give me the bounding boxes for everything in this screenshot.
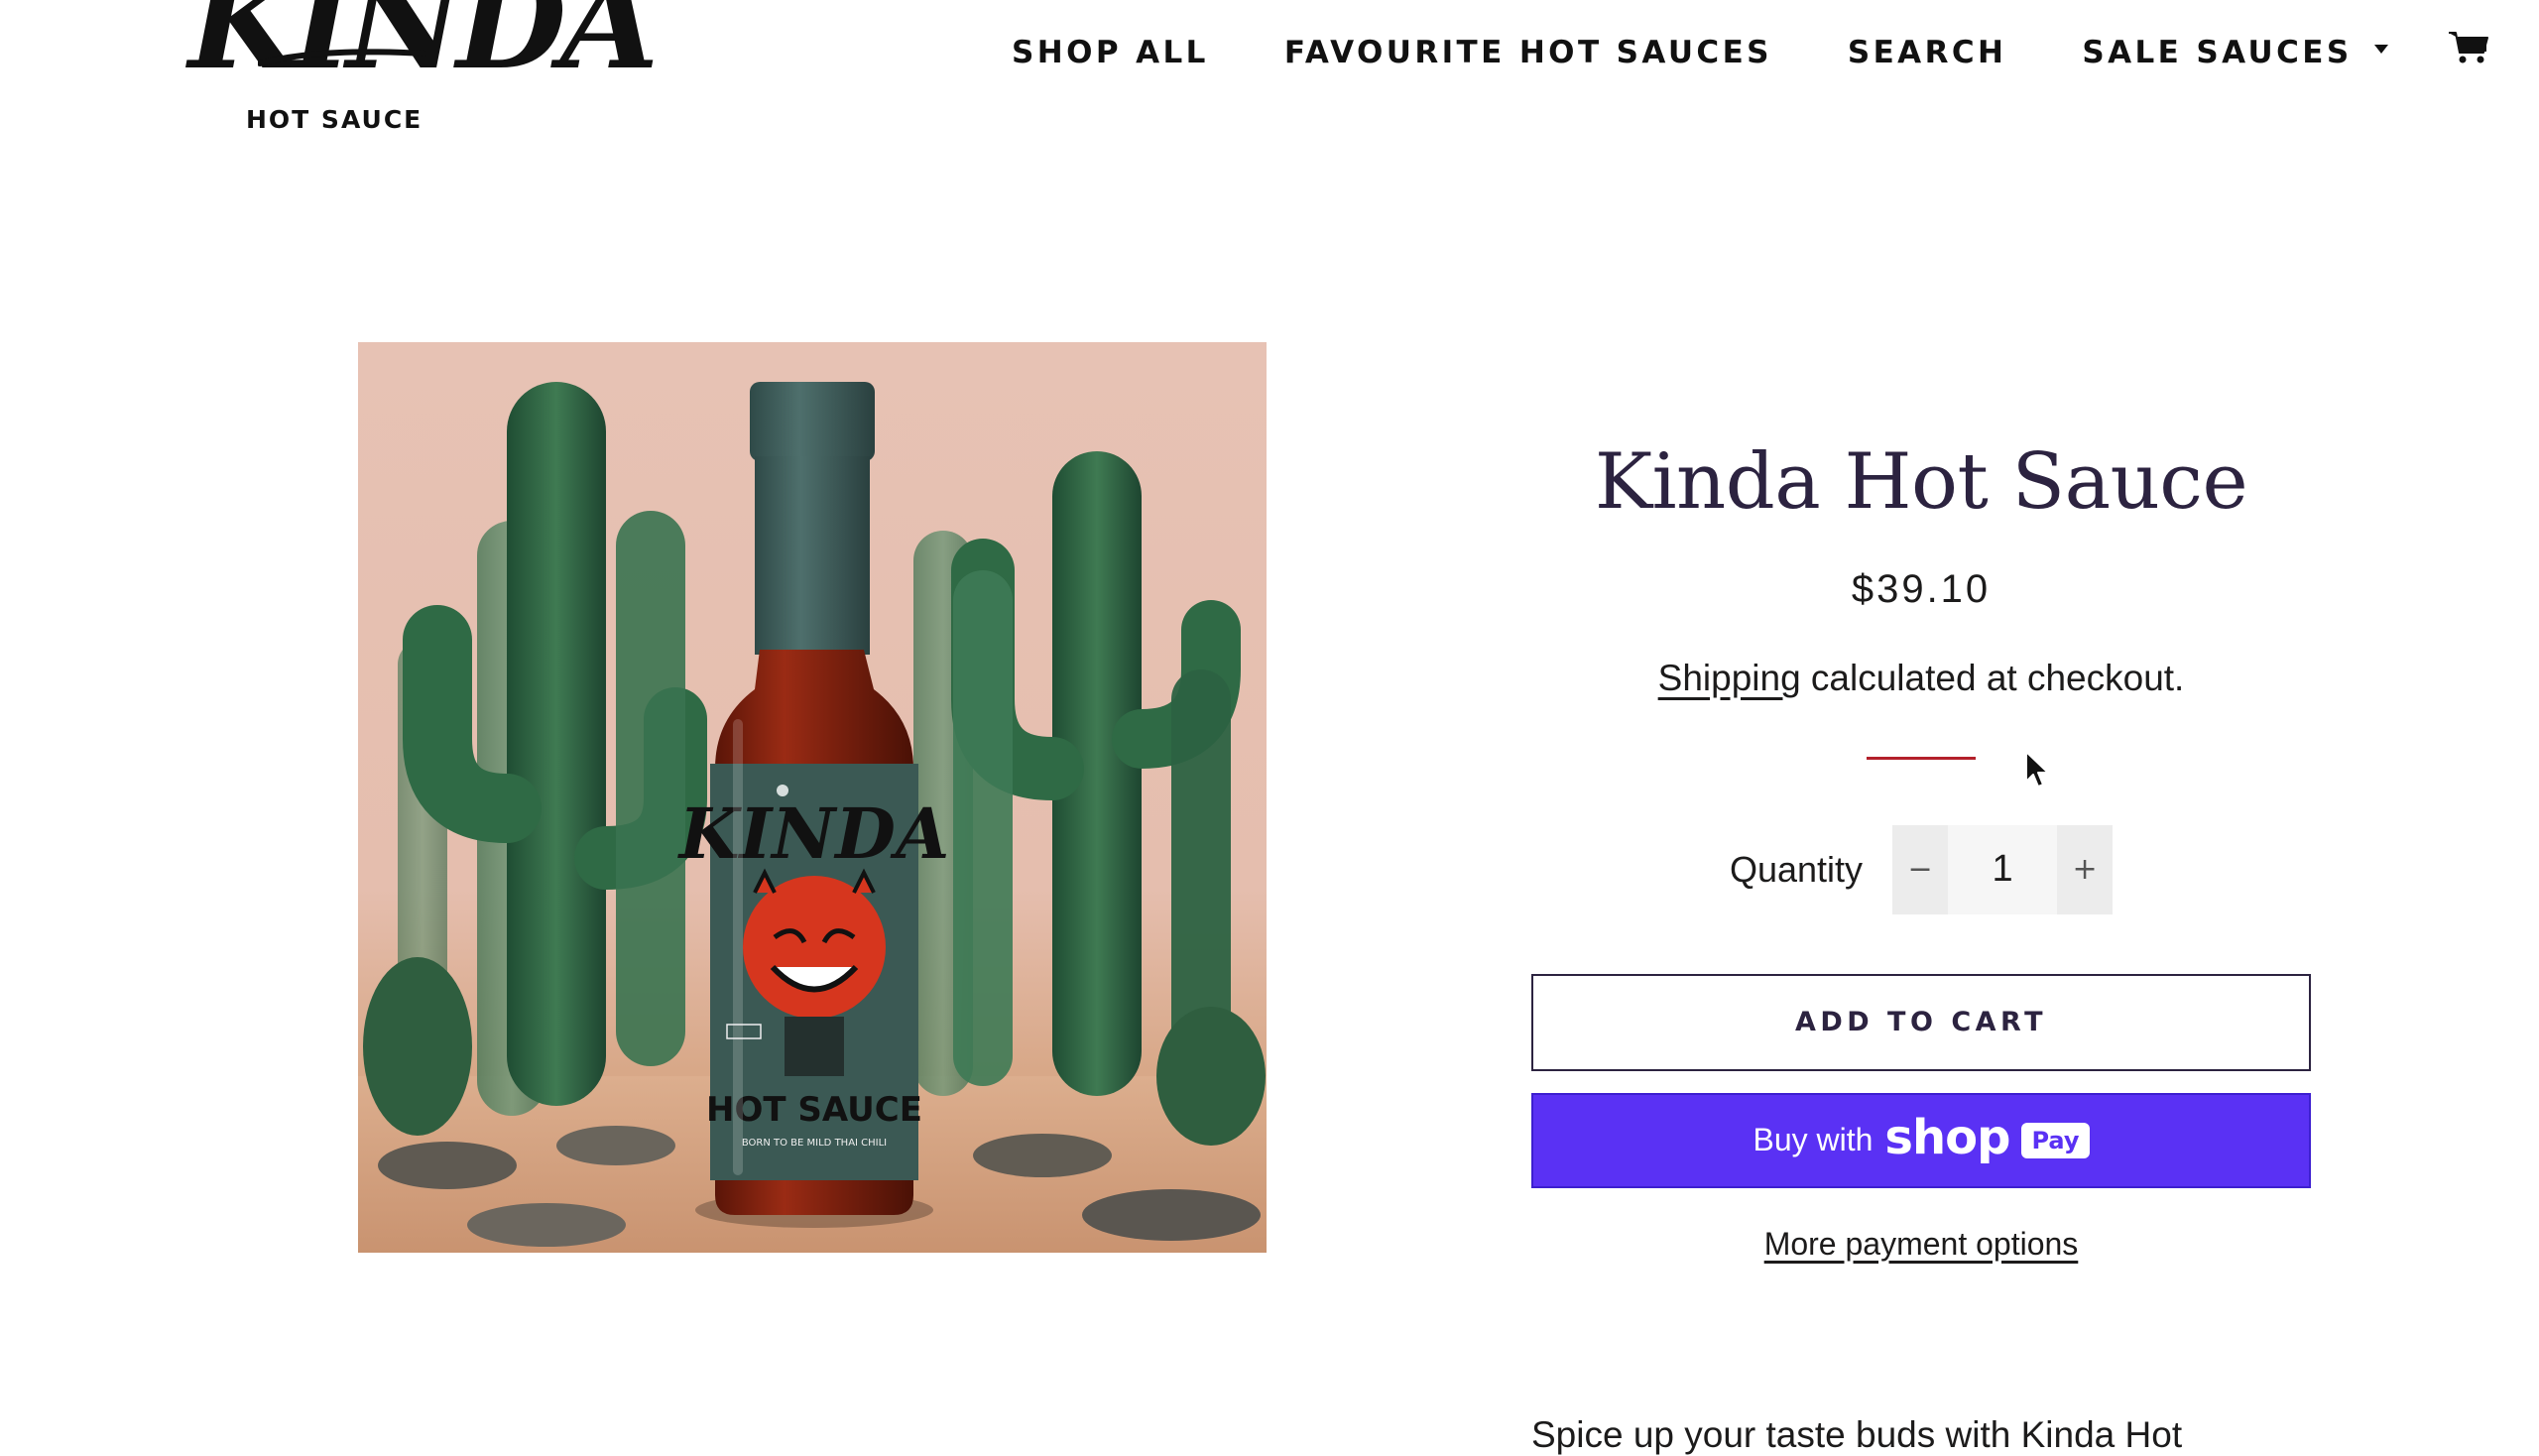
product-description: Spice up your taste buds with Kinda Hot xyxy=(1531,1414,2183,1455)
nav-sale-sauces[interactable]: SALE SAUCES xyxy=(2082,35,2388,70)
shop-pay-button[interactable]: Buy with shop Pay xyxy=(1531,1092,2311,1188)
logo-swoosh xyxy=(258,49,426,66)
logo-wordmark: KINDA xyxy=(188,0,659,98)
mouse-cursor-icon xyxy=(2025,751,2049,788)
shop-pay-prefix: Buy with xyxy=(1753,1122,1874,1158)
cart-link[interactable] xyxy=(2448,31,2489,73)
bottle-brand: KINDA xyxy=(677,792,950,875)
nav-shop-all[interactable]: SHOP ALL xyxy=(1012,35,1209,70)
shipping-link[interactable]: Shipping xyxy=(1658,658,1801,698)
product-photo-illustration: KINDA HOT SAUCE BORN TO BE MILD THAI CHI… xyxy=(358,382,1267,1253)
bottle-tagline: BORN TO BE MILD THAI CHILI xyxy=(742,1138,887,1149)
nav-search[interactable]: SEARCH xyxy=(1848,35,2006,70)
cart-icon xyxy=(2448,31,2488,62)
shipping-note-text: calculated at checkout. xyxy=(1800,657,2185,698)
divider xyxy=(1867,756,1976,760)
quantity-label: Quantity xyxy=(1729,848,1864,890)
add-to-cart-button[interactable]: ADD TO CART xyxy=(1531,973,2311,1071)
product-price: $39.10 xyxy=(1851,566,1992,611)
product-info: Kinda Hot Sauce $39.10 Shipping calculat… xyxy=(1531,436,2311,1263)
main-nav: SHOP ALL FAVOURITE HOT SAUCES SEARCH SAL… xyxy=(1012,30,2489,75)
quantity-decrease-button[interactable]: − xyxy=(1892,824,1949,914)
shop-pay-logo: shop xyxy=(1884,1109,2010,1165)
quantity-increase-button[interactable]: + xyxy=(2057,824,2114,914)
product-title: Kinda Hot Sauce xyxy=(1594,437,2248,527)
nav-favourite-hot-sauces[interactable]: FAVOURITE HOT SAUCES xyxy=(1284,35,1772,70)
shop-pay-badge: Pay xyxy=(2021,1122,2090,1158)
quantity-stepper: − + xyxy=(1892,824,2114,914)
quantity-row: Quantity − + xyxy=(1531,824,2311,914)
caret-down-icon xyxy=(2373,44,2388,54)
quantity-input[interactable] xyxy=(1948,824,2058,914)
logo-subtitle: HOT SAUCE xyxy=(246,105,423,134)
product-image[interactable]: KINDA HOT SAUCE BORN TO BE MILD THAI CHI… xyxy=(358,342,1267,1253)
shipping-note: Shipping calculated at checkout. xyxy=(1531,658,2311,699)
more-payment-options-link[interactable]: More payment options xyxy=(1531,1226,2311,1263)
nav-sale-sauces-label: SALE SAUCES xyxy=(2082,35,2353,70)
brand-logo[interactable]: KINDA HOT SAUCE xyxy=(188,0,659,139)
site-header: KINDA HOT SAUCE SHOP ALL FAVOURITE HOT S… xyxy=(0,0,2539,169)
